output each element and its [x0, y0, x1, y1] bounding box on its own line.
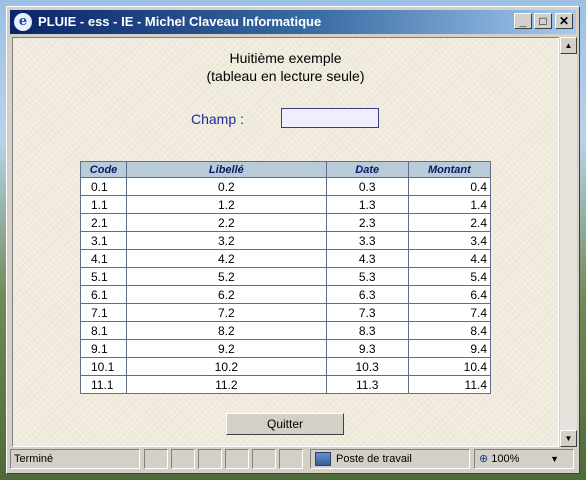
- zone-label: Poste de travail: [336, 453, 412, 465]
- table-row: 0.1 0.2 0.3 0.4: [79, 177, 492, 196]
- maximize-button[interactable]: □: [534, 13, 552, 29]
- table-cell: 4.1: [79, 249, 128, 268]
- computer-icon: [315, 452, 331, 467]
- status-bar: Terminé Poste de travail ⊕ 100% ▼: [10, 449, 576, 470]
- table-cell: 9.1: [79, 339, 128, 358]
- data-table: Code Libellé Date Montant 0.1 0.2 0.3 0.4 1.…: [79, 161, 492, 394]
- table-cell: 8.2: [126, 321, 327, 340]
- champ-label: Champ :: [191, 111, 244, 127]
- table-cell: 0.1: [79, 177, 128, 196]
- page-subtitle: (tableau en lecture seule): [206, 68, 365, 84]
- table-cell: 9.4: [407, 339, 492, 358]
- table-cell: 2.4: [407, 213, 492, 232]
- table-cell: 5.2: [126, 267, 327, 286]
- table-cell: 10.4: [407, 357, 492, 376]
- vertical-scrollbar[interactable]: ▲ ▼: [559, 37, 577, 447]
- table-cell: 1.2: [126, 195, 327, 214]
- close-button[interactable]: ✕: [555, 13, 573, 29]
- table-cell: 2.1: [79, 213, 128, 232]
- table-cell: 11.4: [407, 375, 492, 394]
- table-cell: 2.2: [126, 213, 327, 232]
- zoom-control[interactable]: ⊕ 100% ▼: [474, 449, 574, 469]
- quit-button[interactable]: Quitter: [226, 413, 344, 435]
- table-cell: 2.3: [325, 213, 409, 232]
- table-cell: 1.4: [407, 195, 492, 214]
- column-header-date[interactable]: Date: [325, 161, 409, 178]
- table-cell: 7.1: [79, 303, 128, 322]
- table-row: 6.1 6.2 6.3 6.4: [79, 285, 492, 304]
- table-cell: 11.3: [325, 375, 409, 394]
- table-cell: 6.3: [325, 285, 409, 304]
- table-cell: 1.3: [325, 195, 409, 214]
- browser-window: e PLUIE - ess - IE - Michel Claveau Info…: [6, 6, 580, 474]
- status-pane: [198, 449, 222, 469]
- table-cell: 10.3: [325, 357, 409, 376]
- table-row: 4.1 4.2 4.3 4.4: [79, 249, 492, 268]
- ie-icon: e: [14, 13, 32, 31]
- table-cell: 9.2: [126, 339, 327, 358]
- status-text: Terminé: [10, 449, 140, 469]
- table-cell: 0.4: [407, 177, 492, 196]
- page-content: Huitième exemple (tableau en lecture seu…: [12, 37, 559, 447]
- table-cell: 3.2: [126, 231, 327, 250]
- minimize-button[interactable]: _: [514, 13, 532, 29]
- table-row: 7.1 7.2 7.3 7.4: [79, 303, 492, 322]
- table-row: 8.1 8.2 8.3 8.4: [79, 321, 492, 340]
- table-cell: 8.3: [325, 321, 409, 340]
- table-cell: 6.2: [126, 285, 327, 304]
- column-header-libelle[interactable]: Libellé: [126, 161, 327, 178]
- table-cell: 1.1: [79, 195, 128, 214]
- table-cell: 11.1: [79, 375, 128, 394]
- status-pane: [225, 449, 249, 469]
- status-pane: [279, 449, 303, 469]
- window-title: PLUIE - ess - IE - Michel Claveau Inform…: [38, 14, 322, 29]
- table-row: 11.1 11.2 11.3 11.4: [79, 375, 492, 394]
- table-cell: 5.4: [407, 267, 492, 286]
- zoom-level: 100%: [491, 453, 520, 465]
- table-row: 5.1 5.2 5.3 5.4: [79, 267, 492, 286]
- scroll-up-icon[interactable]: ▲: [560, 37, 577, 54]
- column-header-montant[interactable]: Montant: [407, 161, 492, 178]
- table-cell: 3.4: [407, 231, 492, 250]
- table-cell: 3.3: [325, 231, 409, 250]
- column-header-code[interactable]: Code: [79, 161, 128, 178]
- table-cell: 7.3: [325, 303, 409, 322]
- champ-input[interactable]: [281, 108, 379, 128]
- table-cell: 5.1: [79, 267, 128, 286]
- zoom-dropdown-icon[interactable]: ▼: [550, 450, 559, 468]
- security-zone: Poste de travail: [310, 449, 470, 469]
- table-row: 10.1 10.2 10.3 10.4: [79, 357, 492, 376]
- table-cell: 10.1: [79, 357, 128, 376]
- table-cell: 8.4: [407, 321, 492, 340]
- scroll-down-icon[interactable]: ▼: [560, 430, 577, 447]
- table-row: 9.1 9.2 9.3 9.4: [79, 339, 492, 358]
- table-cell: 8.1: [79, 321, 128, 340]
- table-cell: 4.3: [325, 249, 409, 268]
- table-cell: 0.3: [325, 177, 409, 196]
- status-pane: [252, 449, 276, 469]
- table-cell: 4.4: [407, 249, 492, 268]
- table-row: 2.1 2.2 2.3 2.4: [79, 213, 492, 232]
- table-cell: 4.2: [126, 249, 327, 268]
- table-cell: 6.1: [79, 285, 128, 304]
- status-pane: [171, 449, 195, 469]
- table-cell: 10.2: [126, 357, 327, 376]
- table-cell: 5.3: [325, 267, 409, 286]
- table-cell: 7.4: [407, 303, 492, 322]
- table-cell: 3.1: [79, 231, 128, 250]
- table-cell: 0.2: [126, 177, 327, 196]
- page-title: Huitième exemple: [229, 50, 342, 66]
- table-cell: 7.2: [126, 303, 327, 322]
- table-header-row: Code Libellé Date Montant: [79, 161, 492, 178]
- table-cell: 6.4: [407, 285, 492, 304]
- table-cell: 11.2: [126, 375, 327, 394]
- table-row: 1.1 1.2 1.3 1.4: [79, 195, 492, 214]
- title-bar[interactable]: e PLUIE - ess - IE - Michel Claveau Info…: [10, 10, 576, 34]
- status-pane: [144, 449, 168, 469]
- zoom-icon: ⊕: [479, 453, 489, 465]
- table-cell: 9.3: [325, 339, 409, 358]
- table-row: 3.1 3.2 3.3 3.4: [79, 231, 492, 250]
